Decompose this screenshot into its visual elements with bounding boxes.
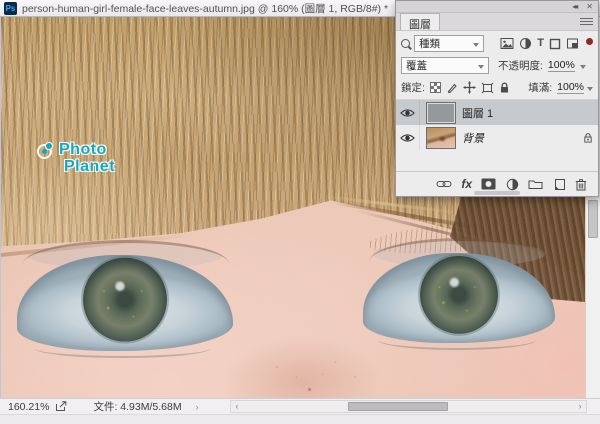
horizontal-scrollbar-track[interactable] [243, 401, 574, 412]
photo-right-eye-iris [420, 256, 498, 334]
photo-left-eye [17, 255, 233, 351]
filter-kind-dropdown[interactable]: 種類 [414, 35, 484, 52]
panel-menu-icon[interactable] [580, 17, 593, 27]
chevron-down-icon[interactable] [587, 87, 593, 94]
search-icon [401, 39, 410, 48]
photoshop-document-window: Ps person-human-girl-female-face-leaves-… [0, 0, 600, 424]
smart-object-filter-icon[interactable] [566, 37, 579, 50]
chevron-down-icon[interactable] [580, 65, 586, 72]
layer-row-layer1[interactable]: 圖層 1 [396, 100, 598, 125]
blend-mode-value: 覆蓋 [406, 58, 427, 73]
delete-layer-trash-icon[interactable] [575, 178, 587, 191]
adjustment-layer-filter-icon[interactable] [519, 37, 532, 50]
share-export-icon[interactable] [55, 401, 67, 412]
document-title: person-human-girl-female-face-leaves-aut… [22, 1, 388, 16]
panel-tab-bar: 圖層 [396, 13, 598, 31]
layer-thumbnail[interactable] [426, 127, 456, 149]
layer-list: 圖層 1 背景 [396, 100, 598, 150]
layer-name[interactable]: 背景 [462, 130, 484, 146]
scroll-left-arrow-icon[interactable]: ‹ [231, 401, 243, 412]
layer-name[interactable]: 圖層 1 [462, 105, 493, 121]
horizontal-scrollbar-thumb[interactable] [348, 402, 448, 411]
window-bottom-edge [0, 414, 600, 424]
collapse-panel-icon[interactable]: ◂◂ [572, 2, 576, 11]
lock-all-padlock-icon[interactable] [499, 82, 510, 94]
photoshop-app-icon: Ps [4, 2, 17, 15]
opacity-label: 不透明度: [498, 58, 543, 73]
new-adjustment-layer-icon[interactable] [506, 178, 519, 191]
horizontal-scrollbar[interactable]: ‹ › [230, 400, 587, 413]
panel-resize-grip[interactable] [474, 191, 520, 195]
lock-artboard-icon[interactable] [481, 82, 494, 94]
opacity-value[interactable]: 100% [548, 59, 575, 72]
link-layers-icon[interactable] [436, 179, 452, 189]
watermark-line2: Planet [64, 158, 115, 175]
lock-pixels-brush-icon[interactable] [446, 82, 458, 94]
vertical-scrollbar-thumb[interactable] [588, 200, 598, 238]
lock-fill-row: 鎖定: 填滿: 100% [396, 77, 598, 100]
photo-freckles [251, 347, 381, 397]
chevron-down-icon [473, 43, 479, 50]
file-size-info: 文件: 4.93M/5.68M [93, 399, 181, 414]
status-popup-arrow-icon[interactable]: › [196, 402, 199, 412]
filter-kind-value: 種類 [419, 36, 440, 51]
blend-opacity-row: 覆蓋 不透明度: 100% [396, 55, 598, 77]
layer-thumbnail[interactable] [426, 102, 456, 124]
status-bar: 160.21% 文件: 4.93M/5.68M › ‹ › [0, 398, 600, 414]
shape-layer-filter-icon[interactable] [549, 38, 561, 50]
visibility-eye-icon[interactable] [396, 100, 420, 125]
layer-filter-icons: T [500, 37, 593, 50]
watermark: Photo Planet [59, 141, 115, 175]
pixel-layer-filter-icon[interactable] [500, 37, 514, 50]
tab-layers[interactable]: 圖層 [400, 13, 440, 30]
scroll-right-arrow-icon[interactable]: › [574, 401, 586, 412]
blend-mode-dropdown[interactable]: 覆蓋 [401, 57, 489, 74]
fill-label: 填滿: [528, 80, 552, 95]
layer-row-background[interactable]: 背景 [396, 125, 598, 150]
layer-filter-row: 種類 T [396, 31, 598, 55]
lock-label: 鎖定: [401, 80, 425, 95]
watermark-camera-icon [37, 144, 52, 159]
zoom-level-field[interactable]: 160.21% [8, 401, 49, 413]
filter-toggle-icon[interactable] [586, 38, 593, 45]
visibility-eye-icon[interactable] [396, 125, 420, 150]
background-lock-icon[interactable] [583, 132, 593, 144]
new-layer-icon[interactable] [553, 178, 566, 191]
fill-value[interactable]: 100% [557, 81, 584, 94]
fill-group: 填滿: 100% [528, 80, 593, 95]
lock-transparency-icon[interactable] [430, 82, 441, 93]
new-group-folder-icon[interactable] [528, 178, 543, 190]
photo-right-eye [363, 253, 555, 343]
close-panel-icon[interactable]: ✕ [586, 2, 593, 11]
photo-left-eye-iris [83, 258, 167, 342]
type-layer-filter-icon[interactable]: T [537, 37, 544, 50]
layers-panel: ◂◂ ✕ 圖層 種類 T [395, 0, 599, 197]
panel-title-strip[interactable]: ◂◂ ✕ [396, 1, 598, 13]
add-layer-mask-icon[interactable] [481, 178, 496, 190]
layer-style-fx-icon[interactable]: fx [461, 177, 472, 191]
chevron-down-icon [478, 65, 484, 72]
watermark-line1: Photo [59, 141, 115, 158]
lock-position-move-icon[interactable] [463, 81, 476, 94]
